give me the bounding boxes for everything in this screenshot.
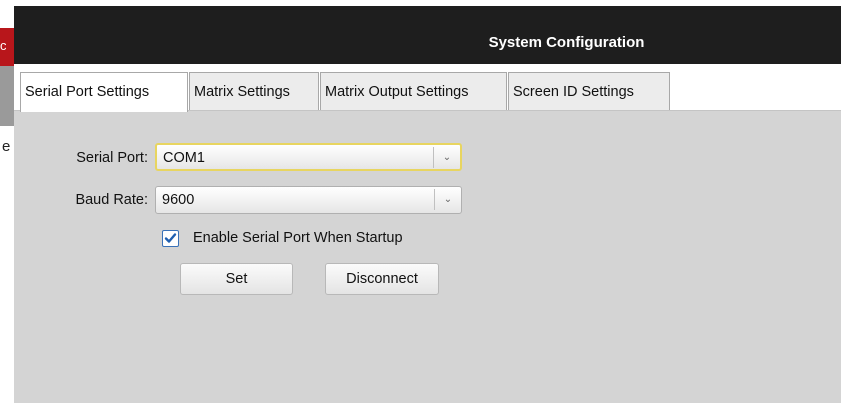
set-button[interactable]: Set xyxy=(180,263,293,295)
tab-matrix-settings[interactable]: Matrix Settings xyxy=(189,72,319,110)
baud-rate-value: 9600 xyxy=(162,192,195,208)
chevron-down-icon[interactable]: ⌄ xyxy=(433,147,460,168)
dialog-titlebar[interactable]: System Configuration xyxy=(14,0,841,64)
serial-port-label: Serial Port: xyxy=(76,150,148,166)
baud-rate-select[interactable]: 9600 ⌄ xyxy=(155,186,462,214)
disconnect-button[interactable]: Disconnect xyxy=(325,263,439,295)
tab-screen-id-settings[interactable]: Screen ID Settings xyxy=(508,72,670,110)
serial-port-select[interactable]: COM1 ⌄ xyxy=(155,143,462,171)
background-text-fragment: e xyxy=(2,138,11,155)
background-toolbar-strip xyxy=(0,66,14,126)
chevron-down-icon[interactable]: ⌄ xyxy=(434,189,461,210)
background-header-glyph: c xyxy=(0,38,6,53)
baud-rate-label: Baud Rate: xyxy=(75,192,148,208)
tab-matrix-output-settings[interactable]: Matrix Output Settings xyxy=(320,72,507,110)
enable-on-startup-checkbox[interactable] xyxy=(162,230,179,247)
serial-port-value: COM1 xyxy=(163,150,205,166)
system-configuration-dialog: System Configuration Serial Port Setting… xyxy=(14,0,841,403)
enable-on-startup-label: Enable Serial Port When Startup xyxy=(193,230,403,246)
dialog-title: System Configuration xyxy=(488,34,645,51)
tab-serial-port-settings[interactable]: Serial Port Settings xyxy=(20,72,188,112)
checkmark-icon xyxy=(164,233,177,243)
